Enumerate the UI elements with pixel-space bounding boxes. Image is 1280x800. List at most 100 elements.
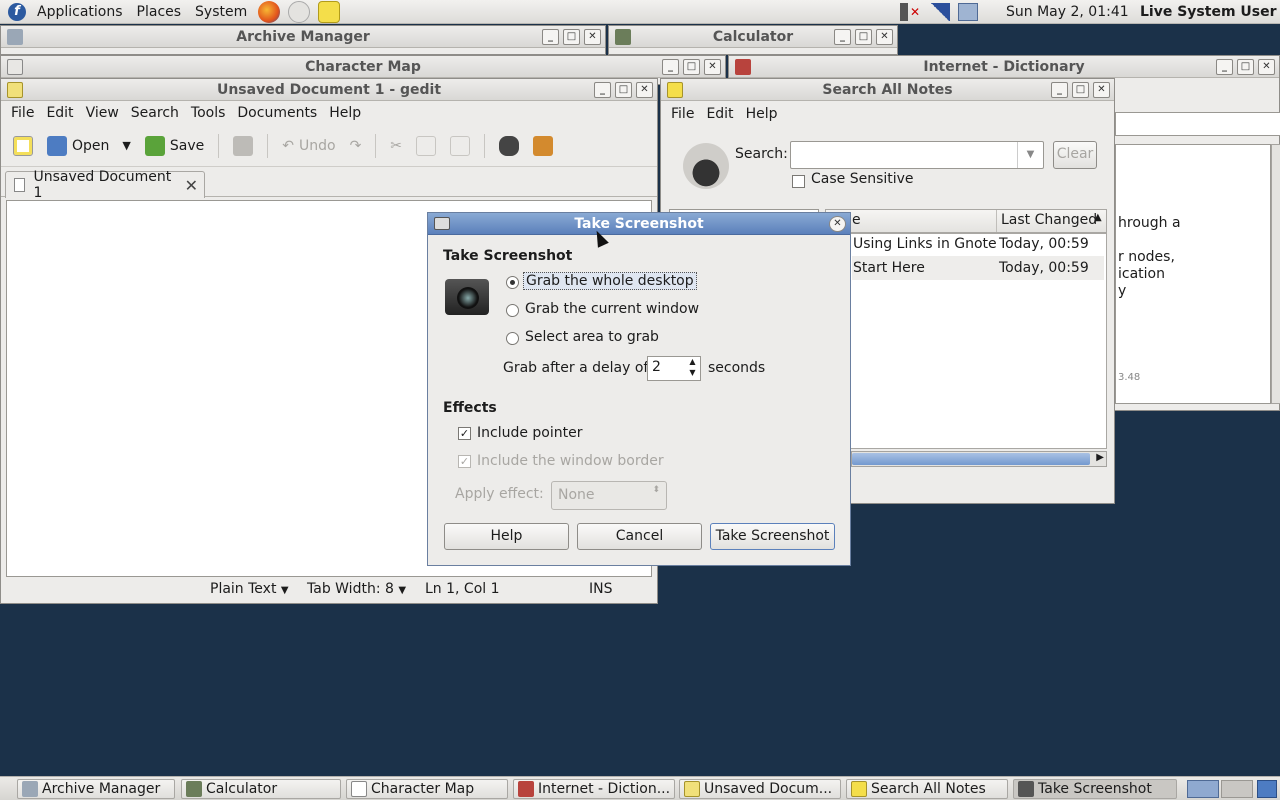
maximize-button[interactable]: □ <box>855 29 872 45</box>
menu-help[interactable]: Help <box>323 105 367 121</box>
menu-file[interactable]: File <box>665 106 700 122</box>
include-border-checkbox[interactable]: ✓ <box>458 455 471 468</box>
save-button[interactable]: Save <box>141 131 208 161</box>
close-button[interactable]: ✕ <box>1258 59 1275 75</box>
print-button[interactable] <box>229 131 257 161</box>
apply-effect-select[interactable]: None ⬍ <box>551 481 667 510</box>
workspace-switcher-1[interactable] <box>1187 780 1219 798</box>
close-button[interactable]: ✕ <box>1093 82 1110 98</box>
help-button[interactable]: Help <box>444 523 569 550</box>
user-menu[interactable]: Live System User <box>1140 0 1277 24</box>
close-button[interactable]: ✕ <box>636 82 653 98</box>
redo-button[interactable]: ↷ <box>346 131 366 161</box>
menu-edit[interactable]: Edit <box>700 106 739 122</box>
clear-button[interactable]: Clear <box>1053 141 1097 169</box>
tab-close-icon[interactable]: ✕ <box>185 176 198 195</box>
cut-button[interactable]: ✂ <box>386 131 406 161</box>
task-dictionary[interactable]: Internet - Diction... <box>513 779 675 799</box>
radio-select-area[interactable] <box>506 332 519 345</box>
task-take-screenshot[interactable]: Take Screenshot <box>1013 779 1177 799</box>
cancel-button[interactable]: Cancel <box>577 523 702 550</box>
minimize-button[interactable]: _ <box>834 29 851 45</box>
radio-whole-desktop[interactable] <box>506 276 519 289</box>
notes-search-input[interactable]: ▼ <box>790 141 1044 169</box>
option-select-area[interactable]: Select area to grab <box>525 329 659 345</box>
new-button[interactable] <box>9 131 37 161</box>
task-archive-manager[interactable]: Archive Manager <box>17 779 175 799</box>
note-row[interactable]: Using Links in Gnote Today, 00:59 <box>852 232 1104 256</box>
find-button[interactable] <box>495 131 523 161</box>
case-sensitive-checkbox[interactable] <box>792 175 805 188</box>
task-search-all-notes[interactable]: Search All Notes <box>846 779 1008 799</box>
notes-launcher-icon[interactable] <box>318 0 341 23</box>
menu-search[interactable]: Search <box>125 105 185 121</box>
notes-titlebar[interactable]: Search All Notes _ □ ✕ <box>661 79 1114 101</box>
dictionary-titlebar[interactable]: Internet - Dictionary _ □ ✕ <box>729 56 1279 78</box>
dialog-titlebar[interactable]: Take Screenshot ✕ <box>428 213 850 235</box>
menu-help[interactable]: Help <box>740 106 784 122</box>
paste-button[interactable] <box>446 131 474 161</box>
task-calculator[interactable]: Calculator <box>181 779 341 799</box>
option-whole-desktop[interactable]: Grab the whole desktop <box>523 272 697 290</box>
menu-file[interactable]: File <box>5 105 40 121</box>
close-button[interactable]: ✕ <box>704 59 721 75</box>
menu-tools[interactable]: Tools <box>185 105 232 121</box>
minimize-button[interactable]: _ <box>542 29 559 45</box>
tab-width-selector[interactable]: Tab Width: 8 ▼ <box>307 581 406 597</box>
places-menu[interactable]: Places <box>130 0 189 24</box>
task-gedit[interactable]: Unsaved Docum... <box>679 779 841 799</box>
clock[interactable]: Sun May 2, 01:41 <box>1006 0 1129 24</box>
note-row[interactable]: Start Here Today, 00:59 <box>852 256 1104 280</box>
minimize-button[interactable]: _ <box>1051 82 1068 98</box>
network-manager-icon[interactable] <box>958 3 978 21</box>
language-selector[interactable]: Plain Text ▼ <box>210 581 289 597</box>
dictionary-search-field[interactable] <box>1115 112 1280 136</box>
fedora-logo-icon[interactable]: f <box>8 2 26 21</box>
applications-menu[interactable]: Applications <box>30 0 130 24</box>
undo-button[interactable]: ↶ Undo <box>278 131 339 161</box>
spin-up-icon[interactable]: ▲ <box>686 357 699 368</box>
system-menu[interactable]: System <box>188 0 254 24</box>
dictionary-scrollbar[interactable] <box>1271 144 1280 404</box>
menu-view[interactable]: View <box>80 105 125 121</box>
minimize-button[interactable]: _ <box>594 82 611 98</box>
menu-documents[interactable]: Documents <box>231 105 323 121</box>
maximize-button[interactable]: □ <box>563 29 580 45</box>
workspace-switcher-2[interactable] <box>1221 780 1253 798</box>
close-button[interactable]: ✕ <box>584 29 601 45</box>
take-screenshot-button[interactable]: Take Screenshot <box>710 523 835 550</box>
chevron-down-icon[interactable]: ▼ <box>1017 142 1043 168</box>
network-signal-icon[interactable] <box>930 3 950 21</box>
maximize-button[interactable]: □ <box>615 82 632 98</box>
archive-manager-titlebar[interactable]: Archive Manager _ □ ✕ <box>1 26 605 48</box>
copy-button[interactable] <box>412 131 440 161</box>
spin-down-icon[interactable]: ▼ <box>686 368 699 379</box>
horizontal-scrollbar[interactable]: ▶ <box>851 451 1107 467</box>
delay-spinbutton[interactable]: 2 ▲ ▼ <box>647 356 701 381</box>
close-button[interactable]: ✕ <box>829 216 846 232</box>
firefox-launcher-icon[interactable] <box>258 0 281 23</box>
scroll-right-icon[interactable]: ▶ <box>1096 452 1104 463</box>
character-map-titlebar[interactable]: Character Map _ □ ✕ <box>1 56 725 78</box>
scrollbar-thumb[interactable] <box>852 453 1090 465</box>
option-current-window[interactable]: Grab the current window <box>525 301 699 317</box>
open-button[interactable]: Open ▼ <box>43 131 135 161</box>
show-desktop-icon[interactable] <box>1257 780 1277 798</box>
mail-launcher-icon[interactable] <box>288 0 311 23</box>
chevron-down-icon[interactable]: ▼ <box>122 139 130 152</box>
maximize-button[interactable]: □ <box>1072 82 1089 98</box>
volume-muted-icon[interactable]: ✕ <box>900 3 920 21</box>
task-character-map[interactable]: Character Map <box>346 779 508 799</box>
maximize-button[interactable]: □ <box>683 59 700 75</box>
column-note[interactable]: e <box>852 212 861 228</box>
replace-button[interactable] <box>529 131 557 161</box>
minimize-button[interactable]: _ <box>1216 59 1233 75</box>
column-last-changed[interactable]: Last Changed <box>1001 212 1097 228</box>
gedit-titlebar[interactable]: Unsaved Document 1 - gedit _ □ ✕ <box>1 79 657 101</box>
include-pointer-checkbox[interactable]: ✓ <box>458 427 471 440</box>
radio-current-window[interactable] <box>506 304 519 317</box>
calculator-titlebar[interactable]: Calculator _ □ ✕ <box>609 26 897 48</box>
tab-unsaved-document[interactable]: Unsaved Document 1 ✕ <box>5 169 205 201</box>
maximize-button[interactable]: □ <box>1237 59 1254 75</box>
close-button[interactable]: ✕ <box>876 29 893 45</box>
